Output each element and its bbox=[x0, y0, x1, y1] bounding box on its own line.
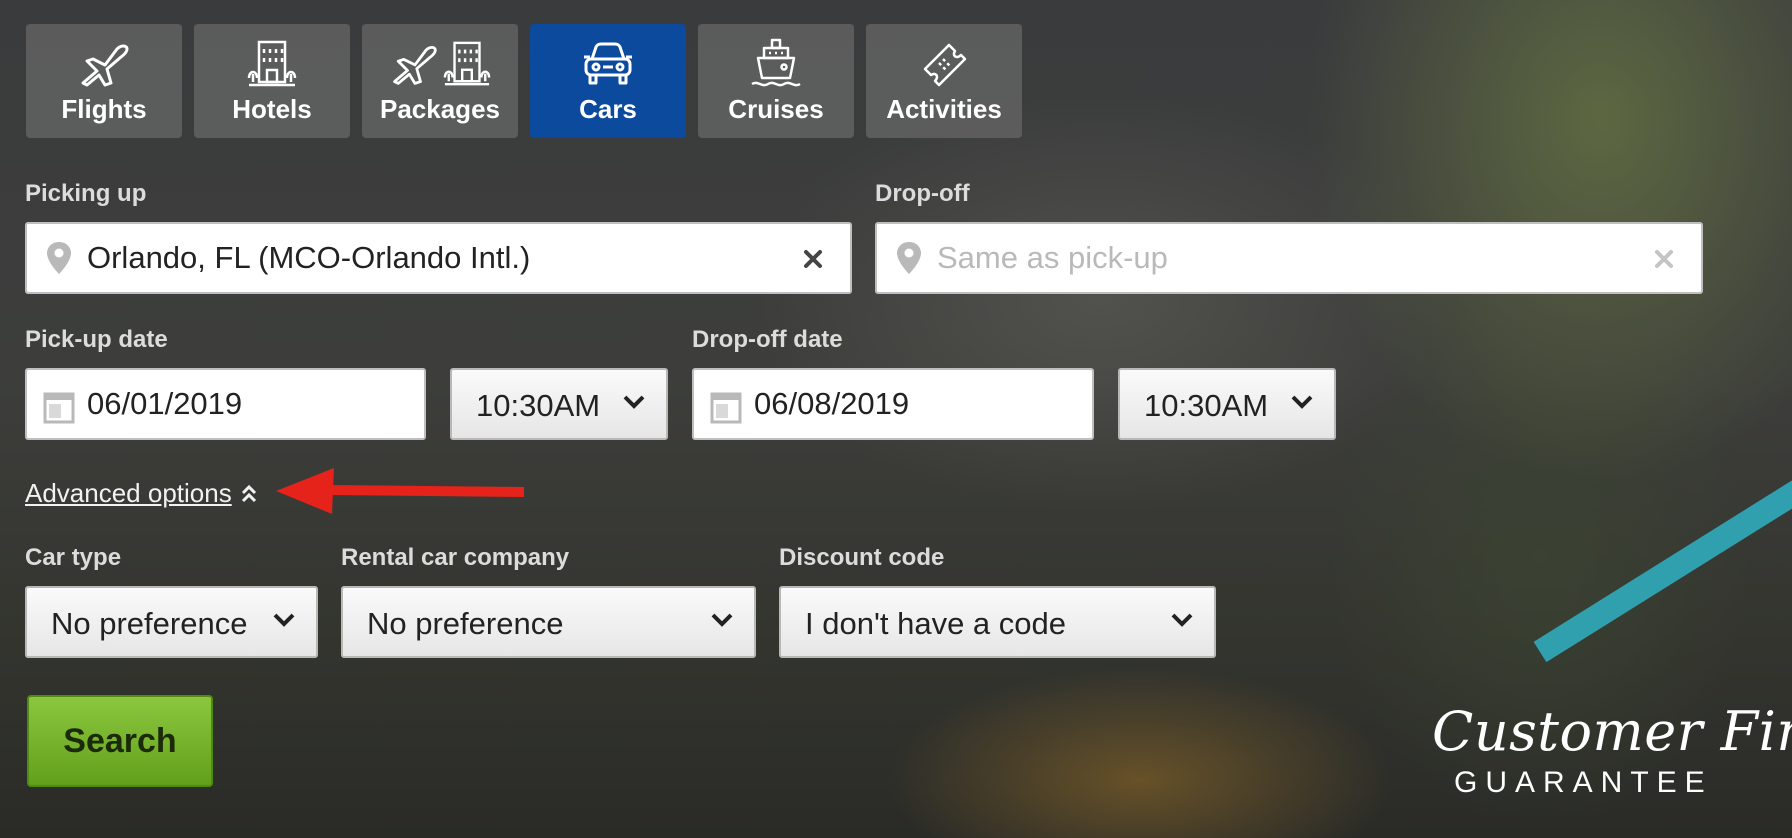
dropoff-date-field[interactable] bbox=[692, 368, 1094, 440]
discount-code-value: I don't have a code bbox=[805, 606, 1067, 641]
search-button[interactable]: Search bbox=[27, 695, 213, 787]
discount-code-select[interactable]: I don't have a code bbox=[779, 586, 1216, 658]
cruise-ship-icon bbox=[751, 38, 801, 87]
dropoff-location-input[interactable] bbox=[937, 224, 1641, 292]
pickup-location-field[interactable] bbox=[25, 222, 852, 294]
tab-label: Packages bbox=[380, 94, 500, 124]
guarantee-title: Customer First bbox=[1432, 700, 1792, 763]
chevron-down-icon bbox=[1171, 613, 1193, 627]
tab-label: Cars bbox=[579, 94, 637, 124]
chevron-down-icon bbox=[273, 613, 295, 627]
ticket-icon bbox=[923, 43, 967, 87]
plane-icon bbox=[393, 45, 437, 85]
rental-company-select[interactable]: No preference bbox=[341, 586, 756, 658]
pickup-date-input[interactable] bbox=[87, 370, 364, 438]
dropoff-time-value: 10:30AM bbox=[1144, 388, 1269, 423]
tab-label: Cruises bbox=[728, 94, 824, 124]
pickup-date-field[interactable] bbox=[25, 368, 426, 440]
advanced-options-link[interactable]: Advanced options bbox=[25, 478, 232, 509]
discount-code-label: Discount code bbox=[779, 544, 945, 571]
tab-flights[interactable]: Flights bbox=[26, 24, 182, 138]
dropoff-time-select[interactable]: 10:30AM bbox=[1118, 368, 1336, 440]
location-pin-icon bbox=[897, 242, 921, 274]
pickup-location-input[interactable] bbox=[87, 224, 790, 292]
chevron-down-icon bbox=[1291, 395, 1313, 409]
chevron-down-icon bbox=[623, 395, 645, 409]
car-type-select[interactable]: No preference bbox=[25, 586, 318, 658]
chevron-down-icon bbox=[711, 613, 733, 627]
plane-icon bbox=[81, 44, 129, 87]
clear-icon[interactable] bbox=[802, 248, 824, 270]
tab-cars[interactable]: Cars bbox=[530, 24, 686, 138]
dropoff-date-label: Drop-off date bbox=[692, 326, 843, 353]
calendar-icon bbox=[710, 392, 742, 424]
hotel-icon bbox=[443, 41, 491, 86]
dropoff-date-input[interactable] bbox=[754, 370, 1032, 438]
pickup-label: Picking up bbox=[25, 180, 147, 207]
pickup-date-label: Pick-up date bbox=[25, 326, 168, 353]
annotation-arrow bbox=[276, 468, 525, 514]
tab-activities[interactable]: Activities bbox=[866, 24, 1022, 138]
pickup-time-select[interactable]: 10:30AM bbox=[450, 368, 668, 440]
car-type-value: No preference bbox=[51, 606, 248, 641]
tab-cruises[interactable]: Cruises bbox=[698, 24, 854, 138]
guarantee-subtitle: GUARANTEE bbox=[1454, 766, 1713, 799]
dropoff-location-field[interactable] bbox=[875, 222, 1703, 294]
car-type-label: Car type bbox=[25, 544, 122, 571]
tab-label: Flights bbox=[61, 94, 147, 124]
dropoff-label: Drop-off bbox=[875, 180, 970, 207]
tab-hotels[interactable]: Hotels bbox=[194, 24, 350, 138]
rental-company-value: No preference bbox=[367, 606, 564, 641]
clear-icon[interactable] bbox=[1653, 248, 1675, 270]
location-pin-icon bbox=[47, 242, 71, 274]
rental-company-label: Rental car company bbox=[341, 544, 570, 571]
hotel-icon bbox=[247, 40, 297, 87]
calendar-icon bbox=[43, 392, 75, 424]
car-icon bbox=[584, 42, 632, 85]
double-chevron-up-icon[interactable] bbox=[240, 484, 258, 504]
tab-label: Activities bbox=[886, 94, 1002, 124]
package-icon bbox=[362, 38, 518, 90]
tab-packages[interactable]: Packages bbox=[362, 24, 518, 138]
tab-label: Hotels bbox=[232, 94, 312, 124]
pickup-time-value: 10:30AM bbox=[476, 388, 601, 423]
